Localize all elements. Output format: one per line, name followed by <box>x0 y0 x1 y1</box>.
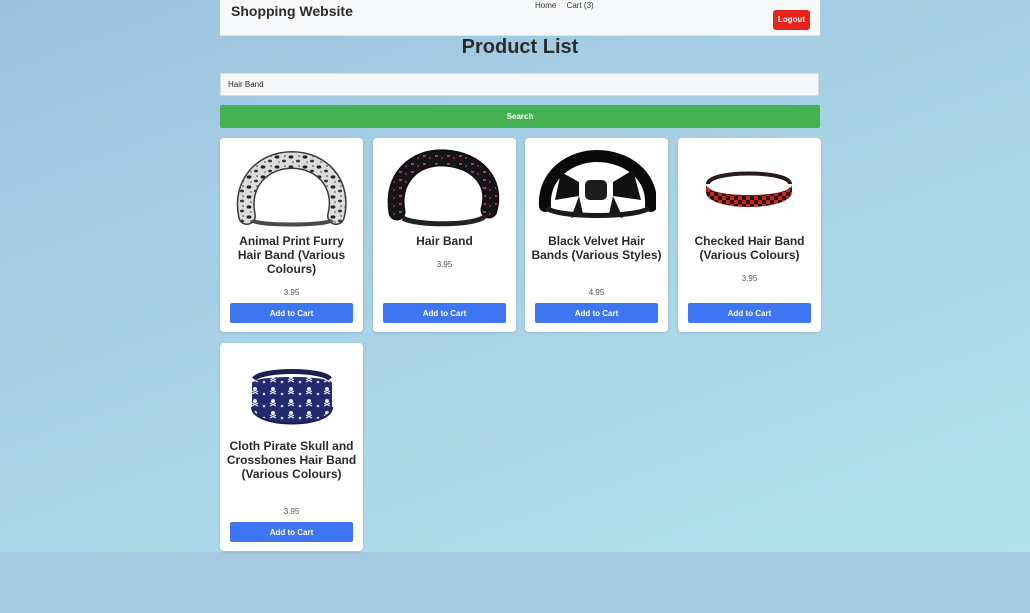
velvet-bow-headband-icon <box>538 149 656 218</box>
site-header: Shopping Website Home Cart (3) Logout <box>220 0 820 36</box>
product-name: Animal Print Furry Hair Band (Various Co… <box>237 234 346 276</box>
product-price: 3.95 <box>741 274 758 283</box>
pirate-skull-headband-icon <box>251 369 333 425</box>
product-card: Checked Hair Band (Various Colours) 3.95… <box>678 138 821 332</box>
checked-headband-icon <box>706 171 792 207</box>
product-card: Black Velvet Hair Bands (Various Styles)… <box>525 138 668 332</box>
main-nav: Home Cart (3) <box>535 1 602 10</box>
add-to-cart-button[interactable]: Add to Cart <box>688 303 811 323</box>
page-title: Product List <box>461 36 579 58</box>
product-name: Black Velvet Hair Bands (Various Styles) <box>531 234 662 262</box>
product-name: Cloth Pirate Skull and Crossbones Hair B… <box>226 439 357 481</box>
product-price: 4.95 <box>588 288 605 297</box>
add-to-cart-button[interactable]: Add to Cart <box>535 303 658 323</box>
add-to-cart-button[interactable]: Add to Cart <box>230 303 353 323</box>
nav-home-link[interactable]: Home <box>535 1 556 10</box>
product-card: Hair Band 3.95 Add to Cart <box>373 138 516 332</box>
site-brand: Shopping Website <box>231 3 353 19</box>
search-button[interactable]: Search <box>220 105 820 128</box>
product-name: Hair Band <box>416 234 473 248</box>
black-pink-headband-icon <box>387 149 500 227</box>
add-to-cart-button[interactable]: Add to Cart <box>383 303 506 323</box>
product-price: 3.95 <box>283 288 300 297</box>
product-card: Animal Print Furry Hair Band (Various Co… <box>220 138 363 332</box>
leopard-headband-icon <box>236 150 347 227</box>
product-card: Cloth Pirate Skull and Crossbones Hair B… <box>220 343 363 551</box>
logout-button[interactable]: Logout <box>772 10 810 30</box>
nav-cart-link[interactable]: Cart (3) <box>567 1 594 10</box>
search-input[interactable] <box>220 73 819 96</box>
product-name: Checked Hair Band (Various Colours) <box>694 234 805 262</box>
add-to-cart-button[interactable]: Add to Cart <box>230 522 353 542</box>
product-price: 3.95 <box>436 260 453 269</box>
product-price: 3.95 <box>283 507 300 516</box>
page-background-footer <box>0 552 1030 613</box>
